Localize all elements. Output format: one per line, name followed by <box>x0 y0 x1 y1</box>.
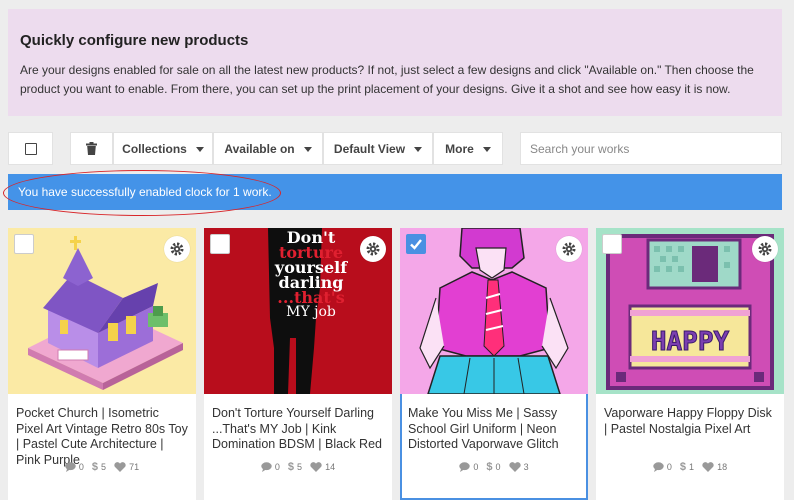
trash-icon <box>86 142 97 155</box>
chevron-down-icon <box>482 147 491 152</box>
search-input[interactable] <box>520 132 782 165</box>
gear-icon[interactable] <box>556 236 582 262</box>
work-title[interactable]: Pocket Church | Isometric Pixel Art Vint… <box>16 406 188 468</box>
heart-icon <box>114 462 126 472</box>
art-text: Don't torture yourself darling ...that's… <box>256 230 366 320</box>
more-dropdown[interactable]: More <box>433 132 503 165</box>
banner-title: Quickly configure new products <box>20 32 249 49</box>
dollar-icon: $ <box>91 461 99 473</box>
comment-count: 0 <box>666 462 672 472</box>
chevron-down-icon <box>195 147 204 152</box>
comment-icon <box>261 462 272 472</box>
comment-icon <box>65 462 76 472</box>
art-line: ...that's <box>277 288 345 307</box>
price-value: 1 <box>689 462 695 472</box>
gear-icon[interactable] <box>360 236 386 262</box>
collections-dropdown[interactable]: Collections <box>113 132 213 165</box>
like-count: 14 <box>325 462 336 472</box>
like-count: 71 <box>129 462 140 472</box>
dollar-icon: $ <box>287 461 295 473</box>
like-count: 3 <box>523 462 529 472</box>
work-select-checkbox[interactable] <box>406 234 426 254</box>
work-select-checkbox[interactable] <box>210 234 230 254</box>
art-line: MY job <box>286 304 336 320</box>
work-select-checkbox[interactable] <box>14 234 34 254</box>
work-stats: 0 $1 18 <box>596 461 784 473</box>
work-card[interactable]: Don't torture yourself darling ...that's… <box>204 228 392 500</box>
checkmark-icon <box>410 239 422 250</box>
comment-icon <box>653 462 664 472</box>
work-card-selected[interactable]: Make You Miss Me | Sassy School Girl Uni… <box>400 228 588 500</box>
checkbox-icon <box>24 142 37 155</box>
work-card[interactable]: HAPPY Vaporware Happy Floppy Disk | Past… <box>596 228 784 500</box>
work-select-checkbox[interactable] <box>602 234 622 254</box>
gear-icon[interactable] <box>752 236 778 262</box>
work-card[interactable]: Pocket Church | Isometric Pixel Art Vint… <box>8 228 196 500</box>
heart-icon <box>508 462 521 472</box>
comment-count: 0 <box>473 462 479 472</box>
work-title[interactable]: Vaporware Happy Floppy Disk | Pastel Nos… <box>604 406 776 437</box>
work-title[interactable]: Make You Miss Me | Sassy School Girl Uni… <box>408 406 580 453</box>
work-stats: 0 $0 3 <box>402 461 586 473</box>
price-value: 5 <box>297 462 303 472</box>
comment-count: 0 <box>274 462 280 472</box>
gear-icon[interactable] <box>164 236 190 262</box>
price-value: 5 <box>101 462 107 472</box>
collections-label: Collections <box>122 141 187 156</box>
more-label: More <box>445 141 474 156</box>
default-view-label: Default View <box>333 141 406 156</box>
work-stats: 0 $5 71 <box>8 461 196 473</box>
default-view-dropdown[interactable]: Default View <box>323 132 433 165</box>
chevron-down-icon <box>303 147 312 152</box>
happy-label-text: HAPPY <box>651 327 730 357</box>
delete-button[interactable] <box>70 132 113 165</box>
heart-icon <box>702 462 714 472</box>
like-count: 18 <box>717 462 728 472</box>
dollar-icon: $ <box>486 461 493 473</box>
comment-count: 0 <box>78 462 84 472</box>
alert-text: You have successfully enabled clock for … <box>18 185 272 199</box>
work-stats: 0 $5 14 <box>204 461 392 473</box>
select-all-checkbox[interactable] <box>8 132 53 165</box>
success-alert: You have successfully enabled clock for … <box>8 174 782 210</box>
available-on-label: Available on <box>224 141 295 156</box>
available-on-dropdown[interactable]: Available on <box>213 132 323 165</box>
dollar-icon: $ <box>679 461 687 473</box>
chevron-down-icon <box>414 147 423 152</box>
work-title[interactable]: Don't Torture Yourself Darling ...That's… <box>212 406 384 453</box>
banner-text: Are your designs enabled for sale on all… <box>20 63 754 96</box>
comment-icon <box>459 462 471 472</box>
heart-icon <box>310 462 322 472</box>
info-banner: Quickly configure new products Are your … <box>8 9 782 116</box>
price-value: 0 <box>495 462 501 472</box>
